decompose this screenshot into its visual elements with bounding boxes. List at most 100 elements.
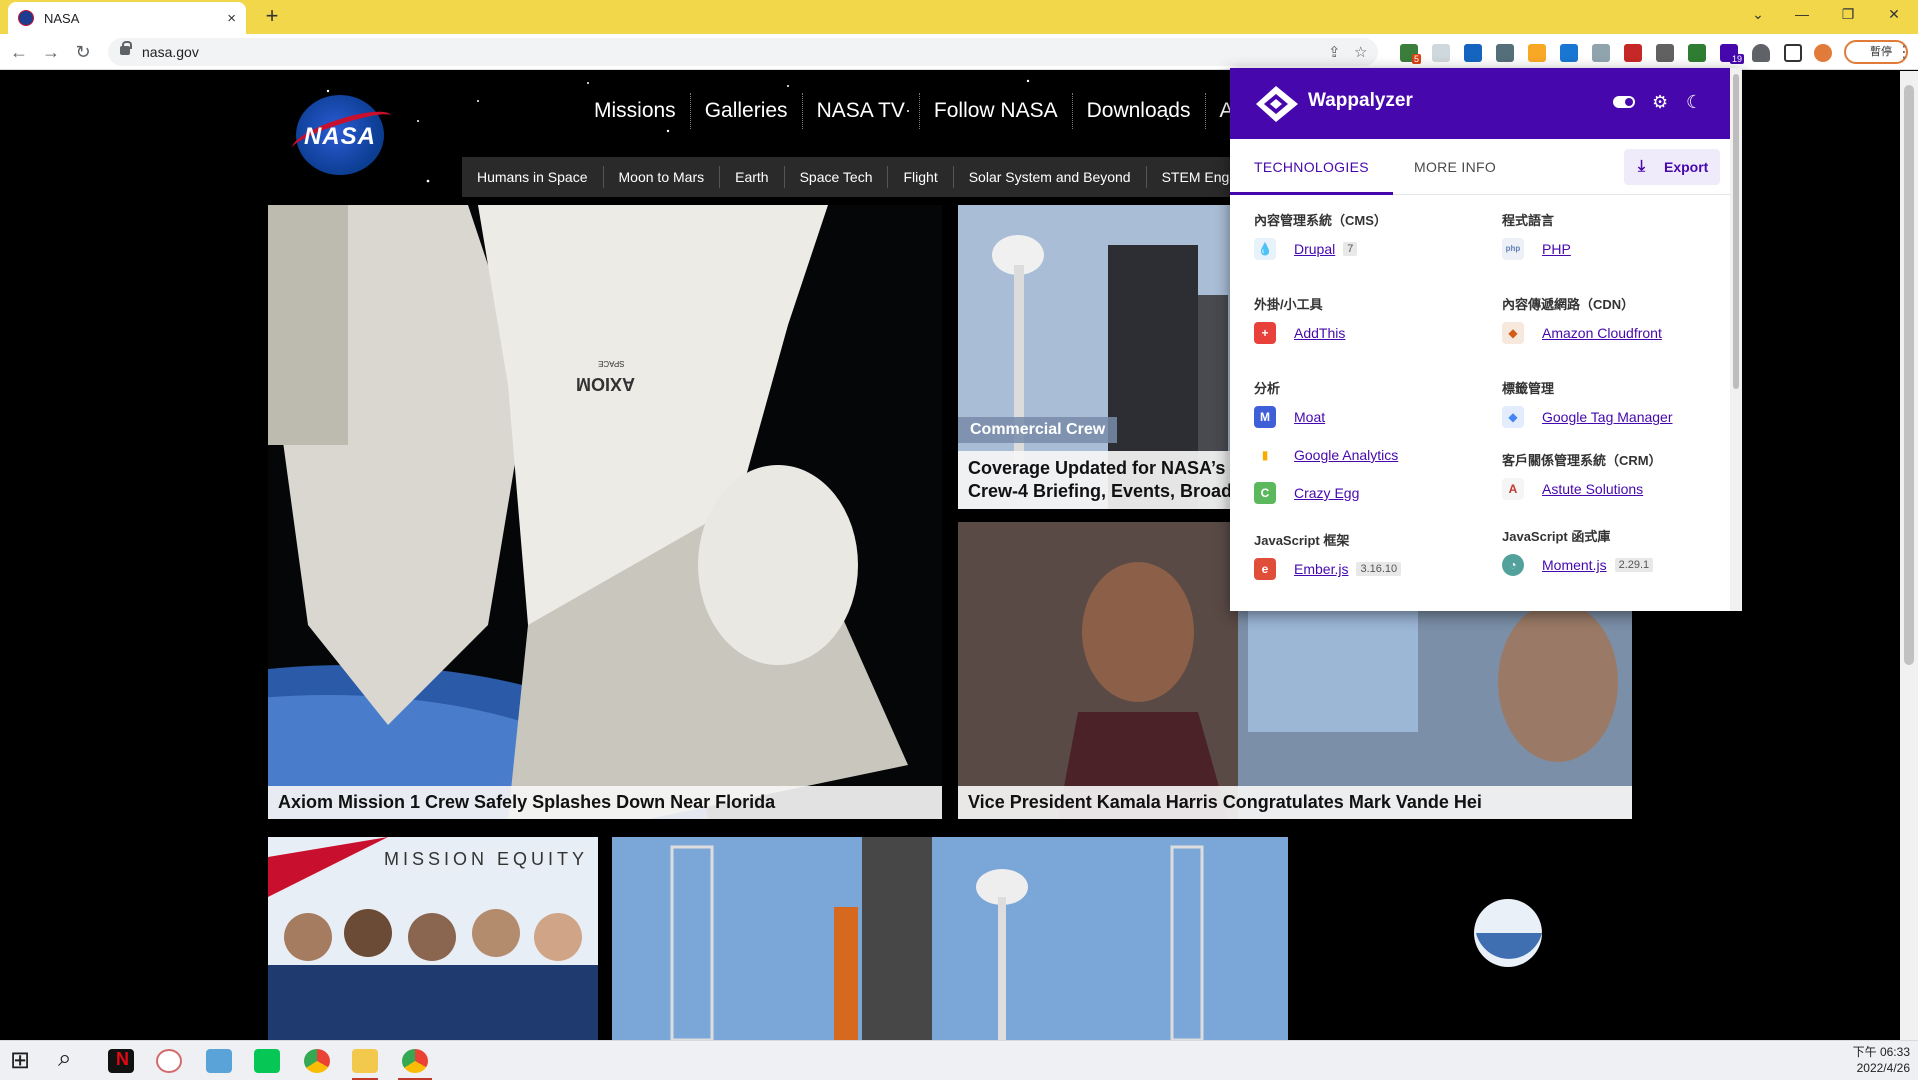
tech-emberjs[interactable]: e Ember.js 3.16.10 <box>1254 550 1494 588</box>
category-analytics: 分析 <box>1254 381 1281 396</box>
wappalyzer-tabs: TECHNOLOGIES MORE INFO ⤓ Export <box>1230 139 1742 195</box>
tech-momentjs[interactable]: ◔ Moment.js 2.29.1 <box>1502 546 1742 584</box>
earthrise-card[interactable] <box>1302 837 1632 1040</box>
search-icon[interactable]: ⌕ <box>58 1045 71 1073</box>
checkmark-extension-icon[interactable] <box>1432 44 1450 62</box>
nav-galleries[interactable]: Galleries <box>689 93 802 129</box>
tech-astute-solutions[interactable]: A Astute Solutions <box>1502 470 1742 508</box>
topic-flight[interactable]: Flight <box>887 166 952 188</box>
emberjs-icon: e <box>1254 558 1276 580</box>
topic-moon-to-mars[interactable]: Moon to Mars <box>602 166 720 188</box>
tech-php[interactable]: php PHP <box>1502 230 1742 268</box>
topic-nav: Humans in Space Moon to Mars Earth Space… <box>462 157 1295 197</box>
minimize-button[interactable]: — <box>1780 0 1824 30</box>
tech-addthis[interactable]: + AddThis <box>1254 314 1494 352</box>
harris-story-title[interactable]: Vice President Kamala Harris Congratulat… <box>958 786 1632 819</box>
share-icon[interactable]: ⇪ <box>1328 43 1341 61</box>
nav-nasa-tv[interactable]: NASA TV <box>801 93 919 129</box>
tech-emberjs-link[interactable]: Ember.js <box>1294 561 1348 577</box>
wappalyzer-header: Wappalyzer ⚙ ☾ <box>1230 68 1742 139</box>
tech-addthis-link[interactable]: AddThis <box>1294 325 1345 341</box>
tech-drupal[interactable]: 💧 Drupal 7 <box>1254 230 1494 268</box>
reload-button[interactable]: ↻ <box>70 40 96 66</box>
extension-icon[interactable] <box>1560 44 1578 62</box>
extension-icon[interactable] <box>1688 44 1706 62</box>
side-panel-icon[interactable] <box>1784 44 1802 62</box>
menu-dots-icon[interactable]: ⋮ <box>1896 42 1912 62</box>
tech-drupal-link[interactable]: Drupal <box>1294 241 1335 257</box>
tech-amazon-cloudfront-link[interactable]: Amazon Cloudfront <box>1542 325 1662 341</box>
axiom-story-title[interactable]: Axiom Mission 1 Crew Safely Splashes Dow… <box>268 786 942 819</box>
tech-amazon-cloudfront[interactable]: ◆ Amazon Cloudfront <box>1502 314 1742 352</box>
nav-missions[interactable]: Missions <box>580 93 690 129</box>
url-text[interactable]: nasa.gov <box>142 44 199 60</box>
bookmark-star-icon[interactable]: ☆ <box>1354 43 1367 61</box>
topic-solar-system[interactable]: Solar System and Beyond <box>952 166 1146 188</box>
category-widgets: 外掛/小工具 <box>1254 297 1323 312</box>
forward-button[interactable]: → <box>38 40 64 66</box>
windows-start-icon[interactable]: ⊞ <box>10 1046 30 1075</box>
tech-crazy-egg[interactable]: C Crazy Egg <box>1254 474 1494 512</box>
tech-php-link[interactable]: PHP <box>1542 241 1571 257</box>
new-tab-button[interactable]: + <box>258 4 286 30</box>
tech-google-analytics-link[interactable]: Google Analytics <box>1294 447 1398 463</box>
extension-icon[interactable] <box>1624 44 1642 62</box>
category-programming-languages: 程式語言 <box>1502 213 1555 228</box>
export-button[interactable]: ⤓ Export <box>1624 149 1720 185</box>
address-bar[interactable]: nasa.gov ⇪ ☆ <box>108 38 1378 66</box>
technologies-right-column: 程式語言 php PHP 內容傳遞網路（CDN） ◆ Amazon Cloudf… <box>1502 210 1742 584</box>
chrome-active-icon[interactable] <box>402 1049 428 1073</box>
commercial-crew-tag[interactable]: Commercial Crew <box>958 417 1118 443</box>
tech-momentjs-link[interactable]: Moment.js <box>1542 557 1607 573</box>
wappalyzer-scrollbar-thumb[interactable] <box>1733 74 1739 389</box>
tech-moat-link[interactable]: Moat <box>1294 409 1325 425</box>
tech-google-analytics[interactable]: ▮ Google Analytics <box>1254 436 1494 474</box>
tech-emberjs-version: 3.16.10 <box>1356 562 1402 576</box>
nav-follow-nasa[interactable]: Follow NASA <box>918 93 1072 129</box>
mission-equity-card[interactable]: MISSION EQUITY <box>268 837 598 1040</box>
extension-icon[interactable] <box>1496 44 1514 62</box>
tech-astute-solutions-link[interactable]: Astute Solutions <box>1542 481 1643 497</box>
wappalyzer-scrollbar[interactable] <box>1730 68 1742 611</box>
netflix-letter: N <box>116 1049 129 1069</box>
extension-icon[interactable] <box>1528 44 1546 62</box>
tech-crazy-egg-link[interactable]: Crazy Egg <box>1294 485 1359 501</box>
browser-toolbar: ← → ↻ nasa.gov ⇪ ☆ 5 19 暫停 ⋮ <box>0 34 1918 70</box>
artemis-launchpad-card[interactable] <box>612 837 1288 1040</box>
app-icon[interactable] <box>206 1049 232 1073</box>
extension-icon[interactable] <box>1464 44 1482 62</box>
extension-icon[interactable] <box>1592 44 1610 62</box>
tab-close-icon[interactable]: × <box>227 10 236 27</box>
file-explorer-icon[interactable] <box>352 1049 378 1073</box>
back-button[interactable]: ← <box>6 40 32 66</box>
snipping-tool-icon[interactable] <box>156 1049 182 1073</box>
axiom-story-card[interactable]: AXIOM SPACE Axiom Mission 1 Crew Safely … <box>268 205 942 819</box>
tab-technologies[interactable]: TECHNOLOGIES <box>1230 139 1393 195</box>
page-scrollbar-thumb[interactable] <box>1904 85 1914 665</box>
dark-mode-moon-icon[interactable]: ☾ <box>1686 92 1702 113</box>
restore-button[interactable]: ❐ <box>1826 0 1870 30</box>
line-icon[interactable] <box>254 1049 280 1073</box>
nav-downloads[interactable]: Downloads <box>1071 93 1205 129</box>
moat-icon: M <box>1254 406 1276 428</box>
wappalyzer-enable-toggle[interactable] <box>1613 96 1635 108</box>
close-window-button[interactable]: ✕ <box>1872 0 1916 30</box>
extensions-puzzle-icon[interactable] <box>1752 44 1770 62</box>
chrome-icon[interactable] <box>304 1049 330 1073</box>
system-clock[interactable]: 下午 06:33 2022/4/26 <box>1853 1044 1910 1076</box>
topic-humans-in-space[interactable]: Humans in Space <box>462 166 603 188</box>
tab-more-info[interactable]: MORE INFO <box>1390 139 1520 195</box>
tech-moat[interactable]: M Moat <box>1254 398 1494 436</box>
wappalyzer-badge: 19 <box>1730 54 1745 64</box>
tab-title: NASA <box>44 10 80 26</box>
topic-space-tech[interactable]: Space Tech <box>783 166 888 188</box>
profile-avatar[interactable] <box>1814 44 1832 62</box>
settings-gear-icon[interactable]: ⚙ <box>1652 92 1668 113</box>
tech-google-tag-manager-link[interactable]: Google Tag Manager <box>1542 409 1673 425</box>
page-scrollbar[interactable] <box>1900 71 1918 1040</box>
browser-tab-nasa[interactable]: NASA × <box>8 2 246 34</box>
tab-search-chevron-icon[interactable]: ⌄ <box>1736 0 1780 30</box>
tech-google-tag-manager[interactable]: ◆ Google Tag Manager <box>1502 398 1742 436</box>
extension-icon[interactable] <box>1656 44 1674 62</box>
topic-earth[interactable]: Earth <box>719 166 783 188</box>
